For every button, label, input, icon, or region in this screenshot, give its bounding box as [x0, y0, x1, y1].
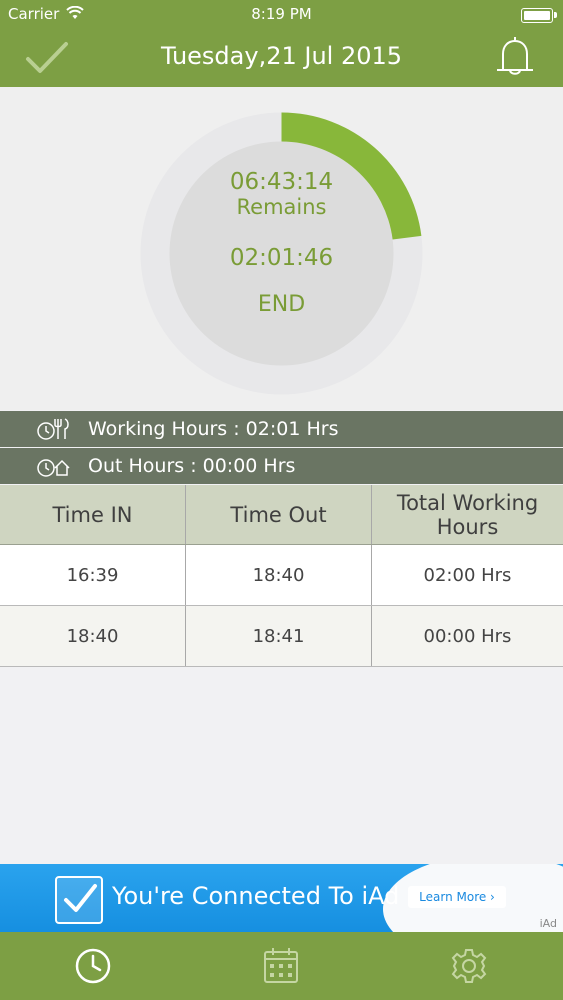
- header-time-out: Time Out: [186, 485, 372, 544]
- tab-bar: [0, 932, 563, 1000]
- table-row[interactable]: 16:39 18:40 02:00 Hrs: [0, 545, 563, 606]
- bell-icon[interactable]: [493, 34, 537, 80]
- out-hours-label: Out Hours : 00:00 Hrs: [88, 455, 296, 477]
- working-hours-bar: Working Hours : 02:01 Hrs: [0, 411, 563, 447]
- ad-tag: iAd: [539, 917, 557, 930]
- table-header: Time IN Time Out Total Working Hours: [0, 485, 563, 545]
- clock-home-icon: [37, 459, 70, 477]
- cell-time-out: 18:41: [186, 606, 372, 666]
- cell-time-out: 18:40: [186, 545, 372, 605]
- cell-total-hours: 00:00 Hrs: [423, 625, 512, 647]
- ad-text: You're Connected To iAd: [112, 882, 400, 910]
- time-log-table: Time IN Time Out Total Working Hours 16:…: [0, 485, 563, 667]
- remaining-label: Remains: [236, 195, 327, 219]
- gear-icon[interactable]: [445, 942, 493, 990]
- iad-banner[interactable]: You're Connected To iAd Learn More › iAd: [0, 864, 563, 932]
- timer-area: 06:43:14 Remains 02:01:46 END: [0, 87, 563, 410]
- nav-row: Tuesday,21 Jul 2015: [0, 30, 563, 87]
- cell-time-in: 16:39: [0, 545, 186, 605]
- header-total-hours: Total Working Hours: [396, 490, 539, 539]
- remaining-time: 06:43:14: [229, 169, 334, 195]
- battery-icon: [521, 8, 557, 23]
- header-time-in: Time IN: [0, 485, 186, 544]
- working-hours-label: Working Hours : 02:01 Hrs: [88, 418, 339, 440]
- cell-total-hours: 02:00 Hrs: [423, 564, 512, 586]
- calendar-icon[interactable]: [257, 942, 305, 990]
- clock-fork-icon: [37, 418, 69, 440]
- learn-more-button[interactable]: Learn More ›: [408, 886, 506, 908]
- status-time: 8:19 PM: [251, 5, 312, 23]
- cell-time-in: 18:40: [0, 606, 186, 666]
- out-hours-bar: Out Hours : 00:00 Hrs: [0, 448, 563, 484]
- status-bar: Carrier 8:19 PM: [0, 0, 563, 30]
- ad-check-icon: [55, 876, 103, 924]
- elapsed-time: 02:01:46: [229, 245, 334, 271]
- page-title: Tuesday,21 Jul 2015: [160, 42, 403, 70]
- clock-icon[interactable]: [69, 942, 117, 990]
- end-button[interactable]: END: [0, 292, 563, 317]
- app-header: Carrier 8:19 PM Tuesday,21 Jul 2015: [0, 0, 563, 87]
- table-row[interactable]: 18:40 18:41 00:00 Hrs: [0, 606, 563, 667]
